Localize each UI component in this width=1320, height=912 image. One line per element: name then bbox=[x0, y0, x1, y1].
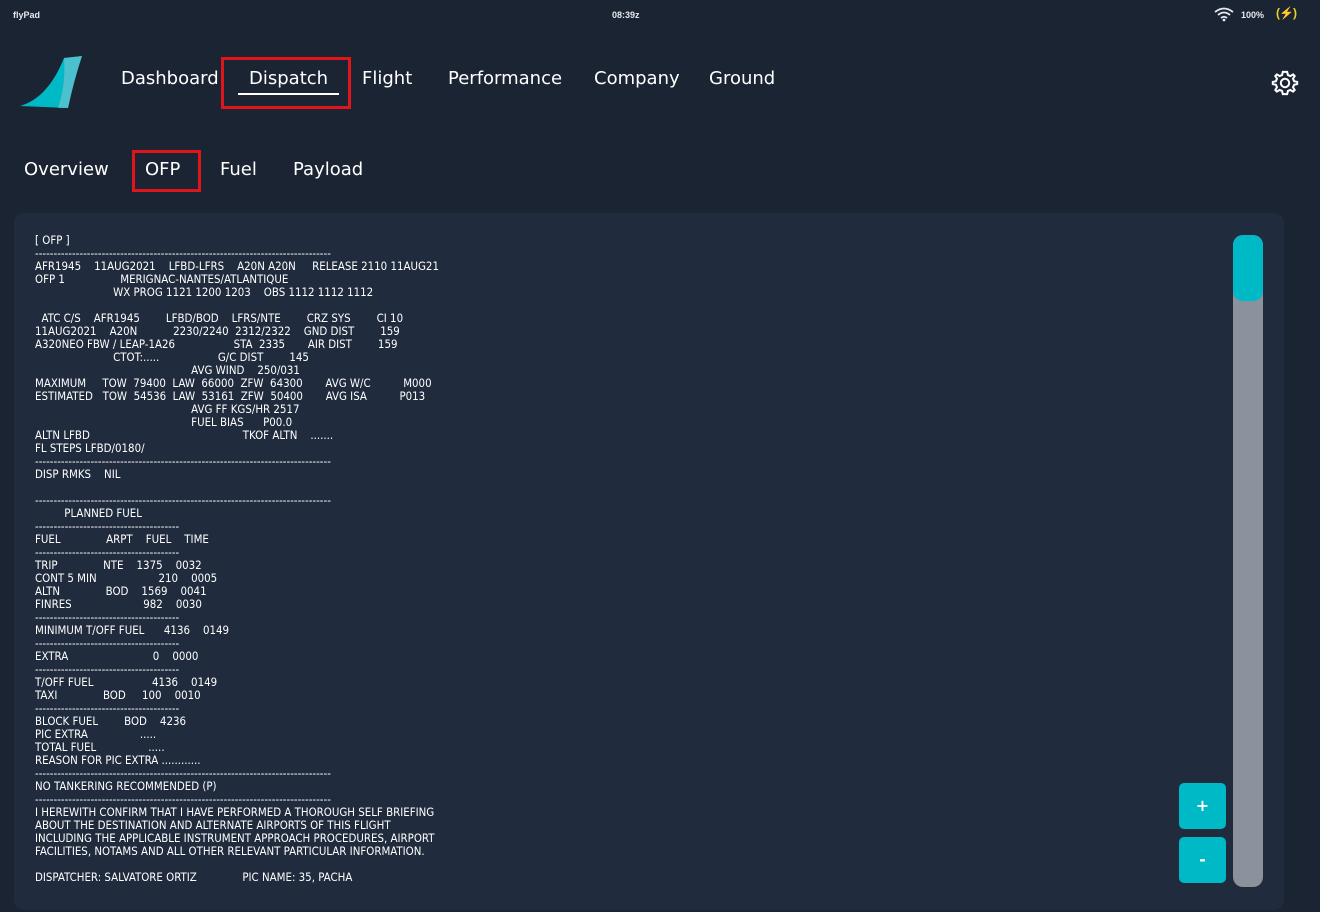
ofp-line: T/OFF FUEL 4136 0149 bbox=[35, 675, 218, 689]
tab-payload[interactable]: Payload bbox=[293, 158, 363, 182]
ofp-line: PIC EXTRA ..... bbox=[35, 727, 157, 741]
ofp-scrollbar[interactable] bbox=[1233, 235, 1263, 887]
ofp-line: BLOCK FUEL BOD 4236 bbox=[35, 714, 187, 728]
ofp-line: DISPATCHER: SALVATORE ORTIZ PIC NAME: 35… bbox=[35, 870, 353, 884]
ofp-line: FUEL ARPT FUEL TIME bbox=[35, 532, 209, 546]
tab-fuel[interactable]: Fuel bbox=[220, 158, 257, 182]
ofp-line: --------------------------------------- bbox=[35, 701, 180, 715]
nav-performance[interactable]: Performance bbox=[448, 65, 562, 95]
nav-company[interactable]: Company bbox=[594, 65, 680, 95]
ofp-line: ----------------------------------------… bbox=[35, 493, 331, 507]
ofp-line: ALTN BOD 1569 0041 bbox=[35, 584, 207, 598]
top-navigation: Dashboard Dispatch Flight Performance Co… bbox=[0, 32, 1320, 133]
ofp-line: DISP RMKS NIL bbox=[35, 467, 121, 481]
ofp-line: MINIMUM T/OFF FUEL 4136 0149 bbox=[35, 623, 230, 637]
ofp-highlight-box bbox=[132, 150, 201, 192]
clock: 08:39z bbox=[612, 10, 640, 20]
gear-icon[interactable] bbox=[1271, 69, 1299, 97]
ofp-document: [ OFP ] ---------------------------------… bbox=[35, 234, 1195, 894]
tab-overview[interactable]: Overview bbox=[24, 158, 109, 182]
ofp-line: --------------------------------------- bbox=[35, 545, 180, 559]
app-name: flyPad bbox=[13, 10, 41, 20]
zoom-in-button[interactable]: + bbox=[1179, 783, 1226, 829]
ofp-line: --------------------------------------- bbox=[35, 519, 180, 533]
ofp-line: WX PROG 1121 1200 1203 OBS 1112 1112 111… bbox=[35, 285, 374, 299]
nav-ground[interactable]: Ground bbox=[709, 65, 775, 95]
battery-level: 100% bbox=[1241, 10, 1265, 20]
ofp-line: --------------------------------------- bbox=[35, 636, 180, 650]
ofp-line: TAXI BOD 100 0010 bbox=[35, 688, 201, 702]
scrollbar-thumb[interactable] bbox=[1233, 235, 1263, 301]
nav-flight[interactable]: Flight bbox=[362, 65, 412, 95]
ofp-line: CONT 5 MIN 210 0005 bbox=[35, 571, 218, 585]
ofp-panel: [ OFP ] ---------------------------------… bbox=[14, 213, 1284, 910]
ofp-line: ALTN LFBD TKOF ALTN ....... bbox=[35, 428, 334, 442]
zoom-out-button[interactable]: - bbox=[1179, 837, 1226, 883]
flybywire-logo-icon bbox=[20, 56, 82, 108]
dispatch-highlight-box bbox=[221, 57, 351, 109]
ofp-line: FACILITIES, NOTAMS AND ALL OTHER RELEVAN… bbox=[35, 844, 425, 858]
ofp-line: EXTRA 0 0000 bbox=[35, 649, 199, 663]
ofp-line: FINRES 982 0030 bbox=[35, 597, 202, 611]
ofp-line: TOTAL FUEL ..... bbox=[35, 740, 165, 754]
battery-charging-icon: (⚡) bbox=[1276, 6, 1297, 20]
status-bar: flyPad 08:39z 100% (⚡) bbox=[0, 0, 1320, 32]
ofp-line: ----------------------------------------… bbox=[35, 454, 331, 468]
ofp-line: PLANNED FUEL bbox=[35, 506, 142, 520]
dispatch-subnav: Overview OFP Fuel Payload bbox=[0, 133, 1320, 211]
wifi-icon bbox=[1214, 7, 1234, 22]
nav-dashboard[interactable]: Dashboard bbox=[121, 65, 219, 95]
